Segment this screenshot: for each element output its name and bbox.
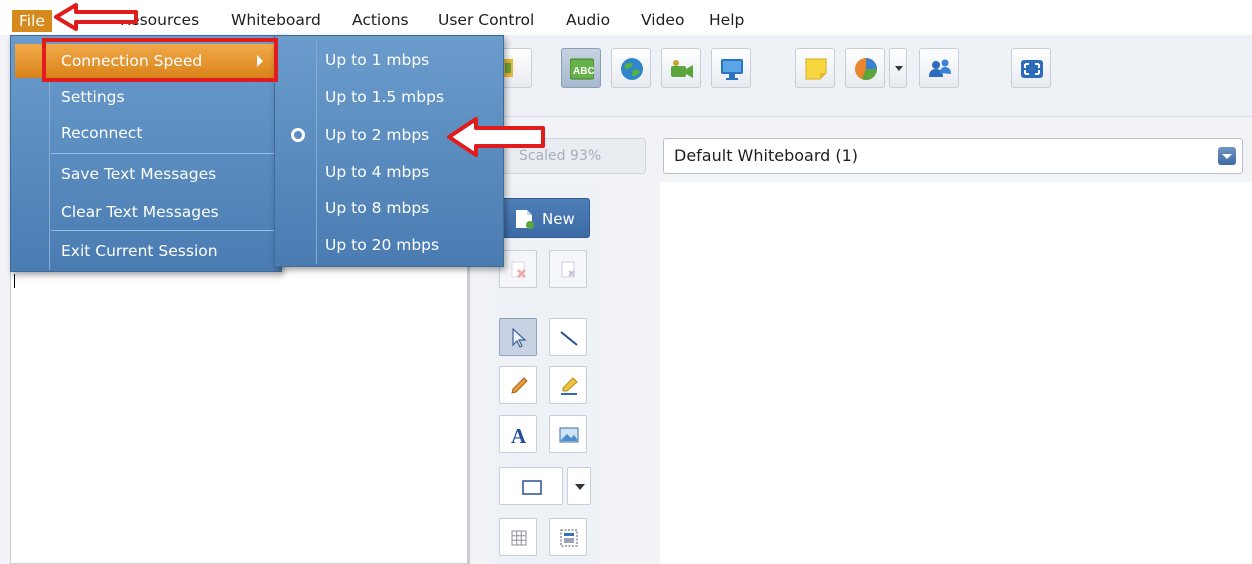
whiteboard-select[interactable]: Default Whiteboard (1) — [663, 138, 1243, 174]
submenu-item-4mbps[interactable]: Up to 4 mbps — [279, 154, 501, 190]
toolbar-text-button[interactable]: ABC — [561, 48, 601, 88]
highlighter-tool[interactable] — [549, 366, 587, 404]
menu-item-exit-current-session[interactable]: Exit Current Session — [15, 234, 277, 268]
grid-icon — [511, 530, 527, 546]
template-icon — [560, 529, 578, 547]
image-icon — [559, 427, 579, 443]
users-icon — [929, 59, 951, 77]
submenu-item-8mbps[interactable]: Up to 8 mbps — [279, 190, 501, 226]
new-whiteboard-button[interactable]: New — [495, 198, 590, 238]
submenu-item-20mbps[interactable]: Up to 20 mbps — [279, 227, 501, 263]
toolbar-screen-share-button[interactable] — [711, 48, 751, 88]
pie-chart-icon — [855, 58, 878, 81]
fullscreen-icon — [1021, 60, 1043, 78]
svg-text:ABC: ABC — [573, 66, 594, 77]
annotation-arrow-icon — [54, 3, 138, 31]
menu-whiteboard[interactable]: Whiteboard — [231, 9, 321, 31]
pencil-tool[interactable] — [499, 366, 537, 404]
menu-file[interactable]: File — [12, 10, 52, 32]
sticky-note-icon — [805, 58, 827, 80]
monitor-icon — [721, 59, 743, 80]
rectangle-icon — [522, 480, 542, 495]
new-page-icon — [516, 210, 534, 229]
annotation-highlight-box — [42, 38, 278, 82]
svg-text:A: A — [511, 425, 527, 445]
highlighter-icon — [561, 377, 578, 395]
toolbar-fullscreen-button[interactable] — [1011, 48, 1051, 88]
chevron-down-icon[interactable] — [1218, 147, 1236, 165]
toolbar-users-button[interactable] — [919, 48, 959, 88]
whiteboard-canvas[interactable] — [660, 182, 1252, 564]
pencil-icon — [511, 377, 528, 394]
video-camera-icon — [671, 60, 693, 78]
menu-video[interactable]: Video — [641, 9, 684, 31]
menu-audio[interactable]: Audio — [566, 9, 610, 31]
clear-page-button[interactable] — [549, 250, 587, 288]
text-caret — [14, 274, 15, 288]
poll-dropdown-button[interactable] — [889, 48, 907, 88]
toolbar-camera-button[interactable] — [661, 48, 701, 88]
menu-item-clear-text-messages[interactable]: Clear Text Messages — [15, 195, 277, 229]
line-tool[interactable] — [549, 318, 587, 356]
menu-separator — [51, 230, 277, 231]
image-tool[interactable] — [549, 415, 587, 453]
shape-dropdown-button[interactable] — [567, 467, 591, 505]
globe-icon — [621, 58, 643, 80]
select-tool[interactable] — [499, 318, 537, 356]
resource-icon — [501, 59, 513, 77]
shape-tool[interactable] — [499, 467, 563, 505]
delete-page-icon — [511, 261, 526, 278]
submenu-item-1mbps[interactable]: Up to 1 mbps — [279, 42, 501, 78]
menu-user-control[interactable]: User Control — [438, 9, 534, 31]
grid-tool[interactable] — [499, 518, 537, 556]
submenu-item-2mbps-label: Up to 2 mbps — [325, 126, 430, 144]
submenu-item-1-5mbps[interactable]: Up to 1.5 mbps — [279, 79, 501, 115]
toolbar-notes-button[interactable] — [795, 48, 835, 88]
toolbar-web-button[interactable] — [611, 48, 651, 88]
radio-selected-icon — [291, 128, 305, 142]
menu-actions[interactable]: Actions — [352, 9, 409, 31]
menu-bar: File Resources Whiteboard Actions User C… — [0, 0, 1252, 35]
menu-item-settings[interactable]: Settings — [15, 80, 277, 114]
line-icon — [560, 331, 578, 346]
clear-page-icon — [561, 261, 575, 278]
menu-item-reconnect[interactable]: Reconnect — [15, 116, 277, 150]
delete-page-button[interactable] — [499, 250, 537, 288]
cursor-icon — [512, 328, 527, 348]
text-tool[interactable]: A — [499, 415, 537, 453]
abc-text-icon: ABC — [570, 58, 594, 80]
menu-separator — [51, 153, 277, 154]
new-button-label: New — [542, 210, 575, 228]
whiteboard-select-value: Default Whiteboard (1) — [674, 146, 859, 165]
text-a-icon: A — [511, 425, 527, 445]
annotation-arrow-icon — [447, 117, 545, 157]
toolbar-poll-button[interactable] — [845, 48, 885, 88]
background-tool[interactable] — [549, 518, 587, 556]
menu-help[interactable]: Help — [709, 9, 744, 31]
menu-item-save-text-messages[interactable]: Save Text Messages — [15, 157, 277, 191]
